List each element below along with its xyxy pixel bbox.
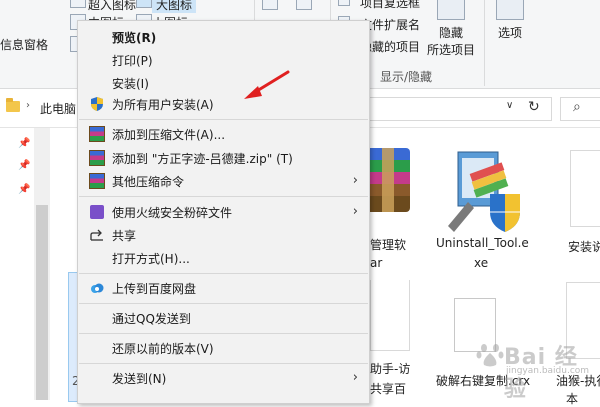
context-menu: 预览(R) 打印(P) 安装(I) 为所有用户安装(A) 添加到压缩文件(A).… xyxy=(77,20,370,404)
ribbon-group-label: 显示/隐藏 xyxy=(380,70,433,84)
menu-item-huorong-shred[interactable]: 使用火绒安全粉碎文件 › xyxy=(79,201,368,223)
menu-item-baidu-upload[interactable]: 上传到百度网盘 xyxy=(79,277,368,299)
file-label[interactable]: 安装说 xyxy=(568,238,600,255)
menu-item-label: 打印(P) xyxy=(112,54,153,68)
annotation-arrow-icon xyxy=(244,70,290,99)
document-file-icon[interactable] xyxy=(570,150,600,227)
menu-item-print[interactable]: 打印(P) xyxy=(79,49,368,71)
file-label[interactable]: 管理软 xyxy=(370,236,406,253)
hide-icon xyxy=(437,0,465,20)
menu-item-label: 预览(R) xyxy=(112,31,157,45)
menu-item-install-all-users[interactable]: 为所有用户安装(A) xyxy=(79,93,368,115)
ribbon-checkbox-1[interactable]: 项目复选框 xyxy=(360,0,420,11)
winrar-icon xyxy=(89,126,105,142)
checkbox-item-check[interactable] xyxy=(338,0,350,6)
baidu-cloud-icon xyxy=(91,283,104,293)
menu-item-label: 添加到 "方正字迹-吕德建.zip" (T) xyxy=(112,152,293,166)
chevron-right-icon: › xyxy=(352,173,358,188)
folder-icon xyxy=(6,98,20,112)
menu-item-label: 上传到百度网盘 xyxy=(112,282,197,296)
options-icon xyxy=(496,0,524,20)
menu-item-qq-send[interactable]: 通过QQ发送到 xyxy=(79,307,368,329)
baidu-paw-icon xyxy=(476,344,504,367)
hide-button-sublabel: 所选项目 xyxy=(426,43,475,57)
file-label-line2: ar xyxy=(370,256,383,270)
menu-item-preview[interactable]: 预览(R) xyxy=(79,26,368,48)
pin-icon[interactable]: 📌 xyxy=(18,160,30,171)
watermark-sub: jingyan.baidu.com xyxy=(506,366,590,376)
menu-item-add-to-zip[interactable]: 添加到 "方正字迹-吕德建.zip" (T) xyxy=(79,147,368,169)
ribbon-separator xyxy=(484,0,485,86)
winrar-file-icon[interactable] xyxy=(366,148,410,212)
share-icon xyxy=(90,229,103,241)
menu-item-other-compress[interactable]: 其他压缩命令 › xyxy=(79,170,368,192)
menu-item-label: 还原以前的版本(V) xyxy=(112,342,214,356)
menu-item-label: 其他压缩命令 xyxy=(112,175,185,189)
options-button[interactable]: 选项 xyxy=(490,0,530,41)
file-label-line2: xe xyxy=(474,256,489,270)
menu-item-label: 发送到(N) xyxy=(112,372,167,386)
menu-item-share[interactable]: 共享 xyxy=(79,224,368,246)
menu-item-restore-previous[interactable]: 还原以前的版本(V) xyxy=(79,337,368,359)
pin-icon[interactable]: 📌 xyxy=(18,184,30,195)
ribbon-top-item-1[interactable]: 超入图标 xyxy=(88,0,136,13)
layout-large-icon[interactable] xyxy=(136,0,152,8)
chevron-down-icon[interactable]: ∨ xyxy=(506,100,513,111)
menu-item-add-to-archive[interactable]: 添加到压缩文件(A)... xyxy=(79,123,368,145)
menu-separator xyxy=(79,333,368,334)
layout-extra-large-icon[interactable] xyxy=(70,0,86,8)
uninstall-tool-file-icon[interactable] xyxy=(444,146,524,232)
ribbon-top-item-2[interactable]: 大图标 xyxy=(152,0,197,13)
sort-icon[interactable] xyxy=(262,0,278,10)
uac-shield-icon xyxy=(91,97,103,111)
document-file-icon[interactable] xyxy=(370,280,410,351)
menu-separator xyxy=(79,196,368,197)
chevron-right-icon: › xyxy=(352,370,358,385)
winrar-icon xyxy=(89,150,105,166)
menu-item-label: 通过QQ发送到 xyxy=(112,312,191,326)
file-label[interactable]: Uninstall_Tool.e xyxy=(436,236,529,250)
options-button-label: 选项 xyxy=(497,26,522,40)
menu-separator xyxy=(79,303,368,304)
search-icon: ⌕ xyxy=(573,99,581,115)
menu-item-label: 安装(I) xyxy=(112,77,149,91)
menu-item-label: 使用火绒安全粉碎文件 xyxy=(112,206,233,220)
menu-item-label: 打开方式(H)... xyxy=(112,252,190,266)
menu-separator xyxy=(79,273,368,274)
hide-button-label: 隐藏 xyxy=(438,26,463,40)
menu-separator xyxy=(79,119,368,120)
group-by-icon[interactable] xyxy=(296,0,312,10)
refresh-icon[interactable]: ↻ xyxy=(528,99,540,115)
pin-icon[interactable]: 📌 xyxy=(18,138,30,149)
winrar-icon xyxy=(89,173,105,189)
watermark: Bai 经验 jingyan.baidu.com xyxy=(466,336,596,402)
menu-item-install[interactable]: 安装(I) xyxy=(79,72,368,94)
breadcrumb-chevron-icon[interactable]: › xyxy=(26,100,30,111)
nav-pane-button[interactable]: 信息窗格 xyxy=(0,36,48,53)
menu-item-open-with[interactable]: 打开方式(H)... xyxy=(79,247,368,269)
address-box[interactable] xyxy=(360,97,552,121)
menu-item-label: 为所有用户安装(A) xyxy=(112,98,214,112)
chevron-right-icon: › xyxy=(352,204,358,219)
hide-selected-button[interactable]: 隐藏 所选项目 xyxy=(426,0,476,58)
menu-item-label: 共享 xyxy=(112,229,137,243)
file-label[interactable]: 助手-访 xyxy=(370,360,410,377)
breadcrumb-this-pc[interactable]: 此电脑 xyxy=(40,100,76,117)
huorong-icon xyxy=(90,205,104,219)
menu-item-label: 添加到压缩文件(A)... xyxy=(112,128,226,142)
menu-item-send-to[interactable]: 发送到(N) › xyxy=(79,367,368,389)
nav-scrollbar-thumb[interactable] xyxy=(36,205,48,400)
menu-separator xyxy=(79,363,368,364)
file-label-line2: 共享百 xyxy=(370,382,407,396)
